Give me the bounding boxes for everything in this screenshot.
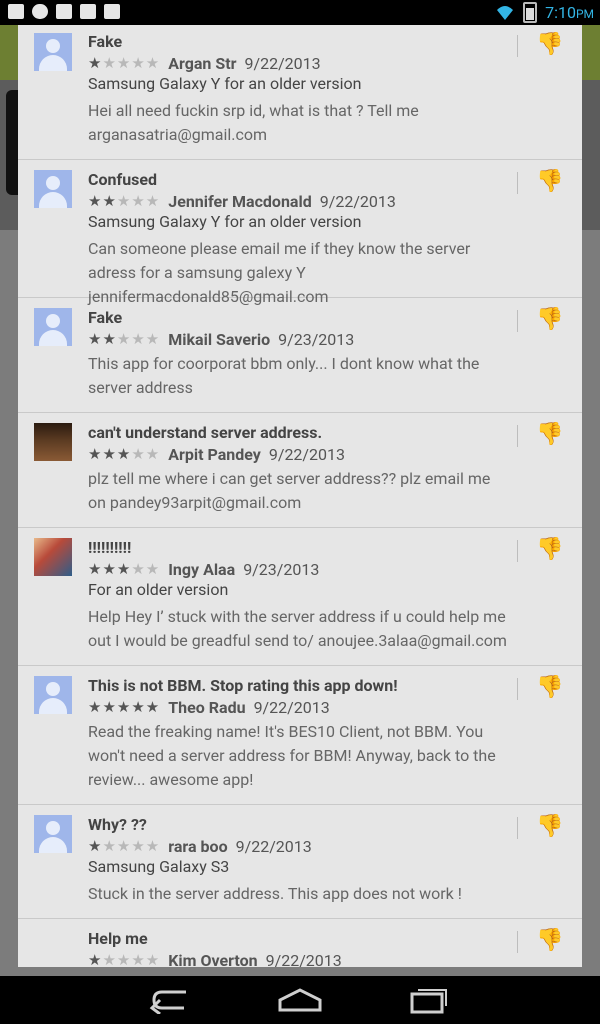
wifi-icon xyxy=(497,5,514,20)
thumbs-down-icon[interactable]: 👎 xyxy=(536,169,564,195)
review-text: Read the freaking name! It's BES10 Clien… xyxy=(88,722,496,789)
checkbox-icon xyxy=(56,4,72,19)
star-rating: ★★★★★ xyxy=(88,698,161,716)
status-bar: 7:10PM xyxy=(0,0,600,25)
review-author: Jennifer Macdonald xyxy=(168,192,312,211)
review-date: 9/22/2013 xyxy=(265,951,342,967)
review-title: Why? ?? xyxy=(88,815,147,834)
thumbs-down-icon[interactable]: 👎 xyxy=(536,928,564,954)
review-author: Argan Str xyxy=(168,54,237,73)
thumbs-down-icon[interactable]: 👎 xyxy=(536,537,564,563)
review-text: Help Hey I’ stuck with the server addres… xyxy=(88,607,507,650)
star-rating: ★★★★★ xyxy=(88,837,161,855)
review-item: Fake ★★★★★ Mikail Saverio 9/23/2013 This… xyxy=(18,298,582,413)
review-device: Samsung Galaxy Y for an older version xyxy=(88,74,362,93)
review-device: Samsung Galaxy S3 xyxy=(88,857,230,876)
picture-icon xyxy=(8,4,24,19)
cloud-icon xyxy=(32,4,48,19)
avatar xyxy=(34,423,72,461)
review-item: This is not BBM. Stop rating this app do… xyxy=(18,666,582,805)
review-title: Confused xyxy=(88,170,158,189)
review-author: Ingy Alaa xyxy=(168,560,236,579)
review-text: Hei all need fuckin srp id, what is that… xyxy=(88,101,419,144)
review-author: Arpit Pandey xyxy=(168,445,261,464)
review-date: 9/22/2013 xyxy=(244,54,321,73)
review-text: plz tell me where i can get server addre… xyxy=(88,469,491,512)
recents-icon[interactable] xyxy=(400,986,456,1014)
review-item: Confused ★★★★★ Jennifer Macdonald 9/22/2… xyxy=(18,160,582,306)
review-text: Stuck in the server address. This app do… xyxy=(88,884,462,903)
thumbs-down-icon[interactable]: 👎 xyxy=(536,422,564,448)
navigation-bar xyxy=(0,976,600,1024)
review-text: This app for coorporat bbm only... I don… xyxy=(88,354,480,397)
avatar xyxy=(34,308,72,346)
avatar xyxy=(34,815,72,853)
review-title: Fake xyxy=(88,32,123,51)
star-rating: ★★★★★ xyxy=(88,445,161,463)
review-title: This is not BBM. Stop rating this app do… xyxy=(88,676,398,695)
review-date: 9/22/2013 xyxy=(268,445,345,464)
review-item: Fake ★★★★★ Argan Str 9/22/2013 Samsung G… xyxy=(18,25,582,160)
review-author: Mikail Saverio xyxy=(168,330,271,349)
back-icon[interactable] xyxy=(144,986,200,1014)
thumbs-down-icon[interactable]: 👎 xyxy=(536,32,564,58)
clock: 7:10PM xyxy=(545,3,594,22)
avatar xyxy=(34,170,72,208)
review-date: 9/23/2013 xyxy=(243,560,320,579)
review-date: 9/22/2013 xyxy=(253,698,330,717)
review-device: For an older version xyxy=(88,580,229,599)
star-rating: ★★★★★ xyxy=(88,951,161,967)
avatar xyxy=(34,676,72,714)
review-item: !!!!!!!!!! ★★★★★ Ingy Alaa 9/23/2013 For… xyxy=(18,528,582,666)
notification-icons xyxy=(8,4,120,19)
review-device: Samsung Galaxy Y for an older version xyxy=(88,212,362,231)
thumbs-down-icon[interactable]: 👎 xyxy=(536,307,564,333)
review-title: !!!!!!!!!! xyxy=(88,538,132,557)
review-date: 9/23/2013 xyxy=(278,330,355,349)
review-author: Kim Overton xyxy=(168,951,258,967)
checkbox-icon xyxy=(104,4,120,19)
star-rating: ★★★★★ xyxy=(88,330,161,348)
battery-icon xyxy=(523,2,538,23)
review-item: Help me ★★★★★ Kim Overton 9/22/2013 👎 xyxy=(18,919,582,967)
review-date: 9/22/2013 xyxy=(235,837,312,856)
review-date: 9/22/2013 xyxy=(319,192,396,211)
review-item: Why? ?? ★★★★★ rara boo 9/22/2013 Samsung… xyxy=(18,805,582,919)
star-rating: ★★★★★ xyxy=(88,54,161,72)
checkbox-icon xyxy=(80,4,96,19)
review-title: can't understand server address. xyxy=(88,423,323,442)
review-title: Fake xyxy=(88,308,123,327)
review-author: rara boo xyxy=(168,837,228,856)
review-item: can't understand server address. ★★★★★ A… xyxy=(18,413,582,528)
review-author: Theo Radu xyxy=(168,698,246,717)
reviews-dialog: Fake ★★★★★ Argan Str 9/22/2013 Samsung G… xyxy=(18,25,582,967)
star-rating: ★★★★★ xyxy=(88,192,161,210)
avatar xyxy=(34,538,72,576)
home-icon[interactable] xyxy=(272,986,328,1014)
thumbs-down-icon[interactable]: 👎 xyxy=(536,814,564,840)
thumbs-down-icon[interactable]: 👎 xyxy=(536,675,564,701)
avatar xyxy=(34,33,72,71)
star-rating: ★★★★★ xyxy=(88,560,161,578)
review-title: Help me xyxy=(88,929,148,948)
